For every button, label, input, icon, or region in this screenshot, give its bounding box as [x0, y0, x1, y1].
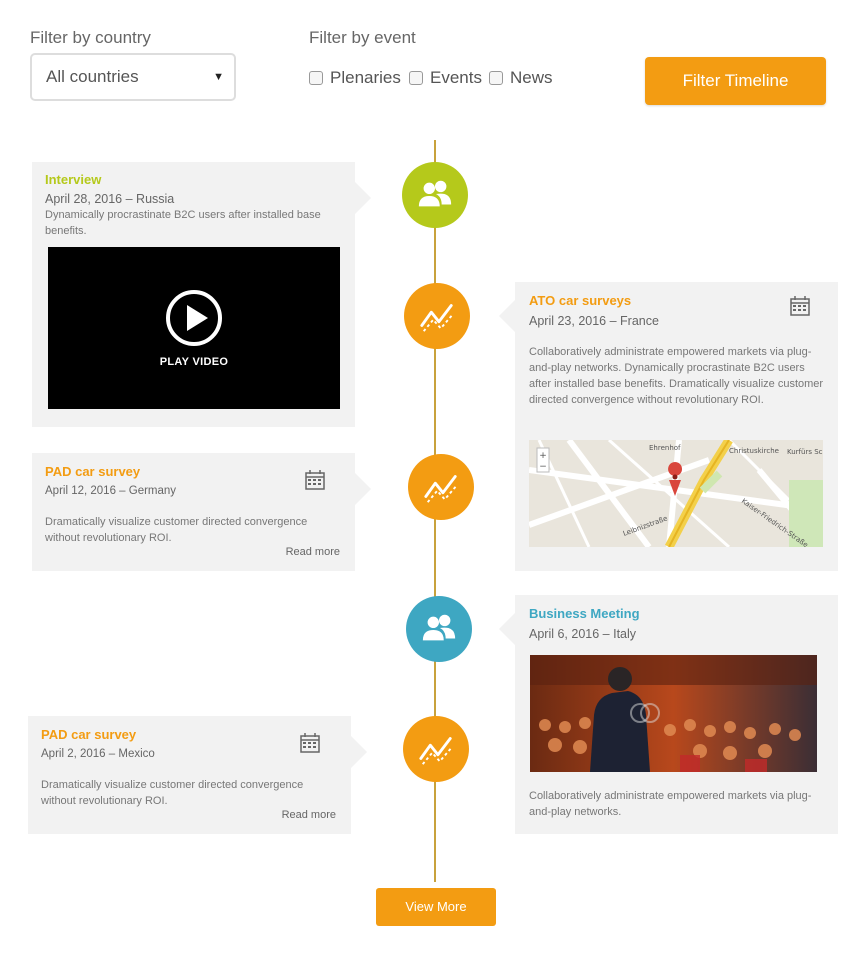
card-date-line: April 6, 2016 – Italy: [529, 627, 636, 641]
checkbox-events[interactable]: Events: [409, 68, 482, 88]
card-title[interactable]: PAD car survey: [41, 727, 136, 742]
card-body: Dramatically visualize customer directed…: [41, 779, 304, 807]
card-body: Collaboratively administrate empowered m…: [529, 346, 824, 406]
meeting-photo-graphic: [530, 655, 817, 772]
checkbox-box[interactable]: [489, 71, 503, 85]
timeline-card-pad-germany: PAD car survey April 12, 2016 – Germany …: [32, 453, 371, 571]
filter-timeline-button[interactable]: Filter Timeline: [645, 57, 826, 105]
card-date: April 28, 2016: [45, 192, 123, 206]
calendar-icon: [790, 296, 810, 316]
map-graphic: Ehrenhof Christuskirche Kurfürs Schloss …: [529, 440, 823, 547]
card-date: April 6, 2016: [529, 627, 600, 641]
map-label: Christuskirche: [729, 447, 779, 455]
card-date: April 23, 2016: [529, 314, 607, 328]
trend-icon: [424, 475, 457, 503]
view-more-button[interactable]: View More: [376, 888, 496, 926]
checkbox-box[interactable]: [409, 71, 423, 85]
card-country: – Mexico: [108, 748, 155, 760]
read-more-link[interactable]: Read more: [282, 809, 336, 821]
map-label: Kurfürs Schloss: [787, 448, 823, 456]
card-title[interactable]: Business Meeting: [529, 606, 640, 621]
map-label: Ehrenhof: [649, 444, 681, 452]
card-date-line: April 12, 2016 – Germany: [45, 485, 176, 497]
card-date-line: April 2, 2016 – Mexico: [41, 748, 155, 760]
country-filter-label: Filter by country: [30, 28, 151, 47]
calendar-icon: [300, 733, 320, 753]
map[interactable]: Ehrenhof Christuskirche Kurfürs Schloss …: [529, 440, 823, 547]
timeline-node-2: [404, 283, 470, 349]
timeline-node-1: [402, 162, 468, 228]
card-title[interactable]: ATO car surveys: [529, 293, 631, 308]
timeline-node-5: [403, 716, 469, 782]
card-country: – Germany: [119, 485, 177, 497]
card-country: – Russia: [125, 192, 175, 206]
country-select-value: All countries: [46, 67, 139, 86]
svg-text:+: +: [539, 451, 547, 461]
svg-text:−: −: [539, 462, 547, 472]
card-body: Collaboratively administrate empowered m…: [529, 790, 812, 818]
meeting-photo: [530, 655, 817, 772]
trend-icon: [419, 737, 452, 765]
checkbox-label: Events: [430, 68, 482, 87]
people-icon: [418, 180, 452, 207]
event-filter-label: Filter by event: [309, 28, 416, 47]
timeline-node-4: [406, 596, 472, 662]
card-title[interactable]: Interview: [45, 172, 101, 187]
checkbox-plenaries[interactable]: Plenaries: [309, 68, 401, 88]
checkbox-box[interactable]: [309, 71, 323, 85]
calendar-icon: [305, 470, 325, 490]
trend-icon: [420, 304, 453, 332]
timeline-card-ato: ATO car surveys April 23, 2016 – France …: [499, 282, 838, 571]
card-country: – France: [609, 314, 659, 328]
card-date: April 2, 2016: [41, 748, 106, 760]
timeline-card-pad-mexico: PAD car survey April 2, 2016 – Mexico Dr…: [28, 716, 367, 834]
card-country: – Italy: [602, 627, 637, 641]
card-date-line: April 23, 2016 – France: [529, 314, 659, 328]
read-more-link[interactable]: Read more: [286, 546, 340, 558]
timeline-card-business-meeting: Business Meeting April 6, 2016 – Italy C…: [499, 595, 838, 834]
checkbox-label: News: [510, 68, 553, 87]
checkbox-news[interactable]: News: [489, 68, 553, 88]
country-select[interactable]: All countries ▼: [30, 53, 236, 101]
play-video-label: PLAY VIDEO: [159, 356, 229, 368]
play-icon[interactable]: [164, 288, 224, 348]
card-date-line: April 28, 2016 – Russia: [45, 192, 174, 206]
video-player[interactable]: PLAY VIDEO: [48, 247, 340, 409]
people-icon: [422, 614, 456, 641]
timeline-node-3: [408, 454, 474, 520]
card-date: April 12, 2016: [45, 485, 116, 497]
timeline-card-interview: Interview April 28, 2016 – Russia Dynami…: [32, 162, 371, 427]
checkbox-label: Plenaries: [330, 68, 401, 87]
card-body: Dramatically visualize customer directed…: [45, 516, 308, 544]
chevron-down-icon: ▼: [213, 71, 224, 83]
card-title[interactable]: PAD car survey: [45, 464, 140, 479]
card-body: Dynamically procrastinate B2C users afte…: [45, 209, 321, 237]
